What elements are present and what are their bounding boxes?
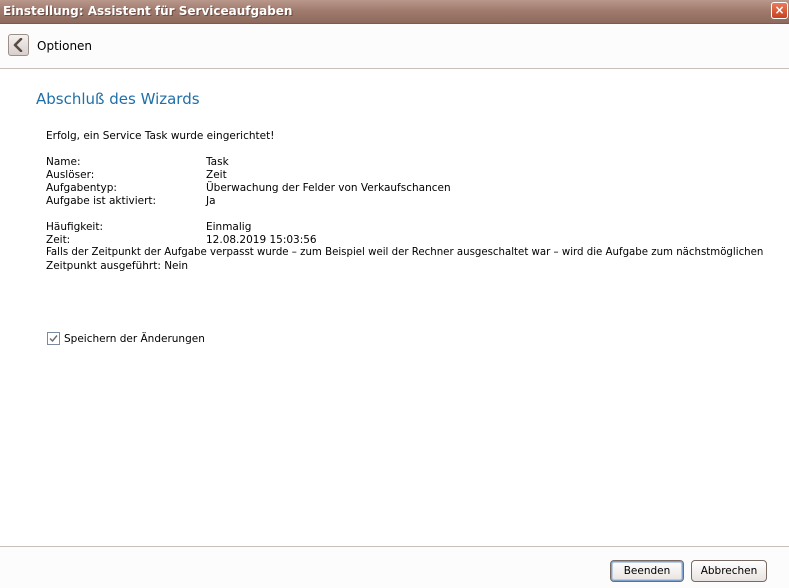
nav-bar: Optionen [0, 24, 789, 69]
breadcrumb-options[interactable]: Optionen [37, 39, 92, 53]
checkmark-icon [49, 335, 58, 343]
close-button[interactable]: × [771, 2, 788, 19]
task-active-value: Ja [206, 195, 216, 207]
chevron-left-icon [13, 38, 23, 52]
name-label: Name: [46, 156, 81, 168]
time-value: 12.08.2019 15:03:56 [206, 234, 317, 246]
trigger-value: Zeit [206, 169, 227, 181]
missed-info-line1: Falls der Zeitpunkt der Aufgabe verpasst… [46, 247, 764, 258]
title-bar: Einstellung: Assistent für Serviceaufgab… [0, 0, 789, 24]
finish-button[interactable]: Beenden [610, 560, 684, 582]
save-changes-checkbox[interactable] [47, 332, 60, 345]
page-title: Abschluß des Wizards [36, 90, 200, 108]
success-message: Erfolg, ein Service Task wurde eingerich… [46, 130, 275, 142]
trigger-label: Auslöser: [46, 169, 95, 181]
missed-info-line2: Zeitpunkt ausgeführt: Nein [46, 260, 189, 272]
footer-bar: Beenden Abbrechen [0, 546, 789, 588]
task-type-label: Aufgabentyp: [46, 182, 117, 194]
save-changes-label[interactable]: Speichern der Änderungen [64, 333, 205, 345]
task-active-label: Aufgabe ist aktiviert: [46, 195, 157, 207]
back-button[interactable] [8, 34, 29, 56]
task-type-value: Überwachung der Felder von Verkaufschanc… [206, 182, 451, 194]
close-icon: × [774, 3, 785, 17]
frequency-label: Häufigkeit: [46, 221, 104, 233]
cancel-button[interactable]: Abbrechen [691, 560, 767, 582]
frequency-value: Einmalig [206, 221, 252, 233]
window-title: Einstellung: Assistent für Serviceaufgab… [3, 4, 293, 18]
time-label: Zeit: [46, 234, 71, 246]
name-value: Task [206, 156, 229, 168]
